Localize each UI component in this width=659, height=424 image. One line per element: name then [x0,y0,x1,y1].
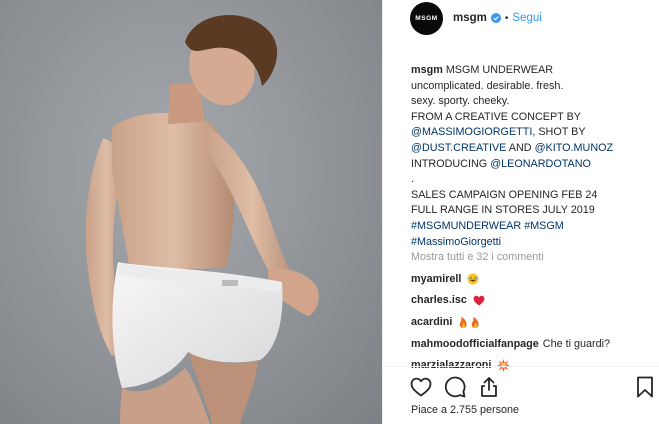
post-header: MSGM msgm • Segui [383,0,659,36]
share-upload-icon[interactable] [477,375,501,399]
comment-row: charles.isc [411,290,651,312]
post-photo[interactable] [0,0,382,424]
verified-badge-icon [490,13,501,23]
comment-row: mahmoodofficialfanpage Che ti guardi? [411,333,651,355]
caption-text: , SHOT BY [532,126,586,139]
caption-line: . [411,173,414,186]
caption-text: INTRODUCING [411,157,491,170]
caption-line: SALES CAMPAIGN OPENING FEB 24 [411,188,598,201]
caption-text: AND [506,141,535,154]
instagram-post: MSGM msgm • Segui msgm MSGM UNDERWEAR un… [0,0,659,424]
caption-line: #MassimoGiorgetti [411,235,651,251]
action-bar [383,366,659,406]
caption-first-line: msgm MSGM UNDERWEAR [411,63,651,79]
caption-line: #MSGMUNDERWEAR #MSGM [411,219,651,235]
separator-dot: • [504,12,509,24]
avatar-logo-text: MSGM [415,14,438,22]
hashtag-link[interactable]: #MSGM [524,220,564,232]
comment-bubble-icon[interactable] [443,375,467,399]
caption-line: @DUST.CREATIVE AND @KITO.MUNOZ [411,141,651,157]
caption-username[interactable]: msgm [411,64,443,76]
comment-row: acardini [411,311,651,333]
comment-username[interactable]: acardini [411,316,452,328]
hashtag-link[interactable]: #MassimoGiorgetti [411,236,501,248]
mention-link[interactable]: @DUST.CREATIVE [411,142,506,154]
comment-username[interactable]: mahmoodofficialfanpage [411,338,539,350]
mention-link[interactable]: @MASSIMOGIORGETTI [411,126,532,138]
comment-username[interactable]: myamirell [411,273,461,285]
like-heart-icon[interactable] [409,375,433,399]
caption-line: @MASSIMOGIORGETTI, SHOT BY [411,125,651,141]
post-side-panel: MSGM msgm • Segui msgm MSGM UNDERWEAR un… [382,0,659,424]
save-bookmark-icon[interactable] [633,375,657,399]
caption-text: MSGM UNDERWEAR [445,64,553,76]
caption-line: FROM A CREATIVE CONCEPT BY [411,110,581,123]
heart-emoji-icon [473,295,485,306]
caption-line: FULL RANGE IN STORES JULY 2019 [411,204,595,217]
caption-line: INTRODUCING @LEONARDOTANO [411,157,651,173]
likes-count[interactable]: Piace a 2.755 persone [411,404,519,416]
comment-row: myamirell [411,268,651,290]
view-all-comments-link[interactable]: Mostra tutti e 32 i commenti [411,251,651,265]
fire-emoji-icon [458,316,482,328]
post-username[interactable]: msgm [453,12,487,24]
comment-text: Che ti guardi? [542,337,611,350]
model-photo-illustration [85,15,319,424]
caption-line: uncomplicated. desirable. fresh. [411,79,564,92]
hashtag-link[interactable]: #MSGMUNDERWEAR [411,220,521,232]
follow-button[interactable]: Segui [512,12,541,24]
comment-username[interactable]: charles.isc [411,294,467,306]
mention-link[interactable]: @KITO.MUNOZ [535,142,614,154]
comments-section: Mostra tutti e 32 i commenti myamirell c… [411,251,651,376]
laughing-emoji-icon [467,273,479,285]
avatar[interactable]: MSGM [410,1,443,35]
post-caption: msgm MSGM UNDERWEAR uncomplicated. desir… [411,63,651,250]
caption-line: sexy. sporty. cheeky. [411,95,510,108]
mention-link[interactable]: @LEONARDOTANO [490,158,591,170]
